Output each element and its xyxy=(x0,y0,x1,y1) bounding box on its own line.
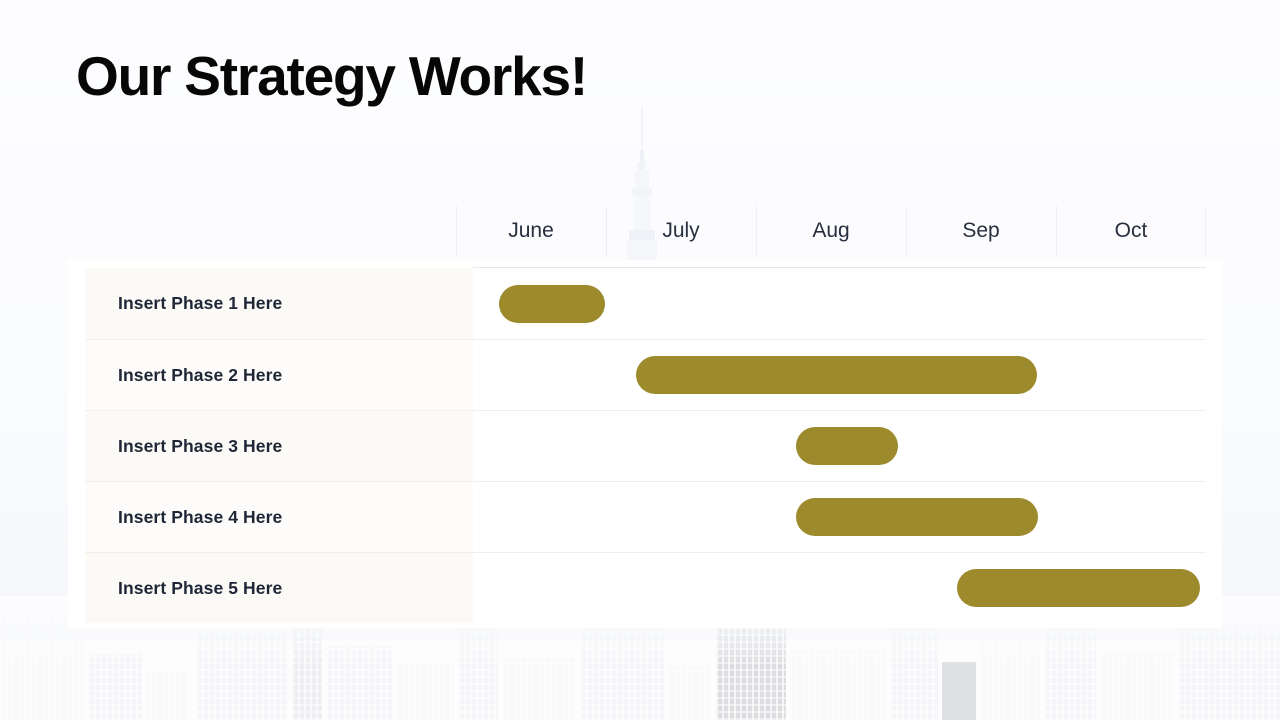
month-header-aug: Aug xyxy=(812,219,850,242)
gantt-bar-phase-4[interactable] xyxy=(796,498,1038,536)
phase-label-text: Insert Phase 2 Here xyxy=(118,364,283,385)
phase-label-text: Insert Phase 5 Here xyxy=(118,577,283,598)
timeline-cell[interactable] xyxy=(473,267,1206,339)
gantt-bar-phase-5[interactable] xyxy=(957,569,1200,607)
phase-label-cell[interactable]: Insert Phase 1 Here xyxy=(85,268,473,339)
timeline-cell[interactable] xyxy=(473,482,1206,552)
gantt-row[interactable]: Insert Phase 1 Here xyxy=(85,267,1206,339)
timeline-cell[interactable] xyxy=(473,340,1206,410)
gantt-row[interactable]: Insert Phase 4 Here xyxy=(85,481,1206,552)
phase-label-cell[interactable]: Insert Phase 2 Here xyxy=(85,340,473,410)
month-header-oct: Oct xyxy=(1114,219,1148,242)
timeline-month-header: June July Aug Sep Oct xyxy=(456,206,1206,256)
phase-label-text: Insert Phase 3 Here xyxy=(118,435,283,456)
gantt-bar-phase-1[interactable] xyxy=(499,284,605,323)
timeline-cell[interactable] xyxy=(473,411,1206,481)
phase-label-cell[interactable]: Insert Phase 5 Here xyxy=(85,553,473,623)
gantt-chart-panel: Insert Phase 1 Here Insert Phase 2 Here … xyxy=(68,260,1222,628)
month-header-june: June xyxy=(508,219,554,242)
gantt-bar-phase-2[interactable] xyxy=(636,356,1037,394)
gantt-row[interactable]: Insert Phase 2 Here xyxy=(85,339,1206,410)
month-header-sep: Sep xyxy=(962,219,1000,242)
gantt-rows-container: Insert Phase 1 Here Insert Phase 2 Here … xyxy=(85,267,1206,623)
phase-label-cell[interactable]: Insert Phase 3 Here xyxy=(85,411,473,481)
phase-label-text: Insert Phase 4 Here xyxy=(118,506,283,527)
gantt-row[interactable]: Insert Phase 5 Here xyxy=(85,552,1206,623)
gantt-bar-phase-3[interactable] xyxy=(796,427,898,465)
phase-label-cell[interactable]: Insert Phase 4 Here xyxy=(85,482,473,552)
gantt-row[interactable]: Insert Phase 3 Here xyxy=(85,410,1206,481)
page-title: Our Strategy Works! xyxy=(76,45,588,107)
phase-label-text: Insert Phase 1 Here xyxy=(118,293,283,313)
slide-root: Our Strategy Works! June July Aug Sep Oc… xyxy=(0,0,1280,720)
timeline-cell[interactable] xyxy=(473,553,1206,623)
month-header-july: July xyxy=(662,219,700,242)
